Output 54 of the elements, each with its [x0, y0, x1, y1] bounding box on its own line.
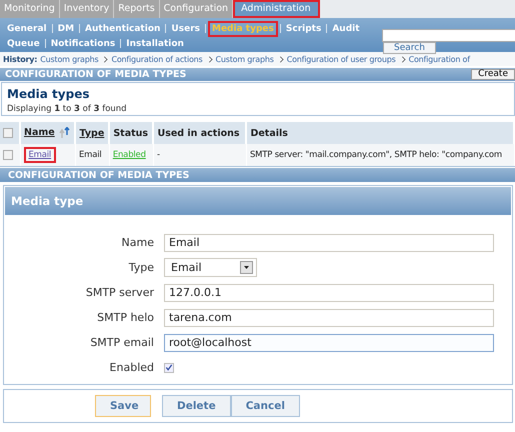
list-summary: Displaying 1 to 3 of 3 found: [7, 104, 128, 114]
row-checkbox[interactable]: [3, 150, 13, 160]
search-field[interactable]: [382, 29, 515, 42]
column-header: Status: [109, 122, 154, 144]
column-header[interactable]: Name: [20, 122, 76, 144]
field-label: Enabled: [108, 361, 155, 374]
submenu-item[interactable]: Scripts: [282, 22, 324, 34]
table-cell: SMTP server: "mail.company.com", SMTP helo: "company.com: [246, 144, 514, 166]
column-header[interactable]: Type: [75, 122, 110, 144]
submenu-item[interactable]: DM: [54, 22, 78, 34]
form-button[interactable]: Cancel: [230, 395, 300, 417]
history-link[interactable]: Custom graphs: [40, 54, 98, 64]
field-label: Type: [128, 261, 155, 274]
text-field[interactable]: root@localhost: [164, 334, 494, 352]
menu-tab[interactable]: Administration: [233, 0, 320, 18]
form-button[interactable]: Delete: [162, 395, 231, 417]
type-dropdown[interactable]: Email: [164, 258, 257, 277]
text-field[interactable]: 127.0.0.1: [164, 284, 494, 302]
menu-tab[interactable]: Inventory: [60, 0, 114, 18]
field-label: SMTP helo: [96, 311, 155, 324]
text-field[interactable]: Email: [164, 234, 494, 252]
menu-tab[interactable]: Reports: [114, 0, 160, 18]
submenu-item[interactable]: Users: [168, 22, 203, 34]
history-link[interactable]: Custom graphs: [216, 54, 274, 64]
text-field[interactable]: tarena.com: [164, 308, 494, 326]
submenu-item[interactable]: Audit: [329, 22, 363, 34]
table-cell: -: [153, 144, 246, 166]
column-header: Used in actions: [153, 122, 246, 144]
column-header: Details: [246, 122, 514, 144]
history-link[interactable]: Configuration of actions: [111, 54, 203, 64]
menu-tab[interactable]: Configuration: [160, 0, 234, 18]
create-button[interactable]: Create: [471, 69, 515, 80]
menu-tab[interactable]: Monitoring: [0, 0, 60, 18]
select-all-checkbox[interactable]: [3, 128, 13, 138]
submenu-item[interactable]: General: [4, 22, 50, 34]
section-title: CONFIGURATION OF MEDIA TYPES: [8, 170, 190, 180]
history-link[interactable]: Configuration of: [408, 54, 470, 64]
sort-arrow-icon: [58, 127, 70, 139]
history-label: History:: [3, 54, 38, 64]
form-button[interactable]: Save: [95, 395, 151, 417]
table-cell: Email: [75, 144, 110, 166]
field-label: Name: [120, 236, 155, 249]
form-title: Media type: [5, 187, 511, 215]
submenu-item[interactable]: Installation: [123, 38, 187, 50]
section-title: CONFIGURATION OF MEDIA TYPES: [5, 69, 186, 80]
submenu-item[interactable]: Queue: [4, 38, 43, 50]
field-label: SMTP email: [89, 336, 155, 349]
history-link[interactable]: Configuration of user groups: [286, 54, 396, 64]
list-title: Media types: [7, 87, 90, 101]
submenu-item[interactable]: Notifications: [48, 38, 118, 50]
field-label: SMTP server: [84, 286, 155, 299]
enabled-checkbox[interactable]: [164, 362, 174, 372]
search-button[interactable]: Search: [383, 42, 436, 54]
submenu-item[interactable]: Authentication: [82, 22, 164, 34]
